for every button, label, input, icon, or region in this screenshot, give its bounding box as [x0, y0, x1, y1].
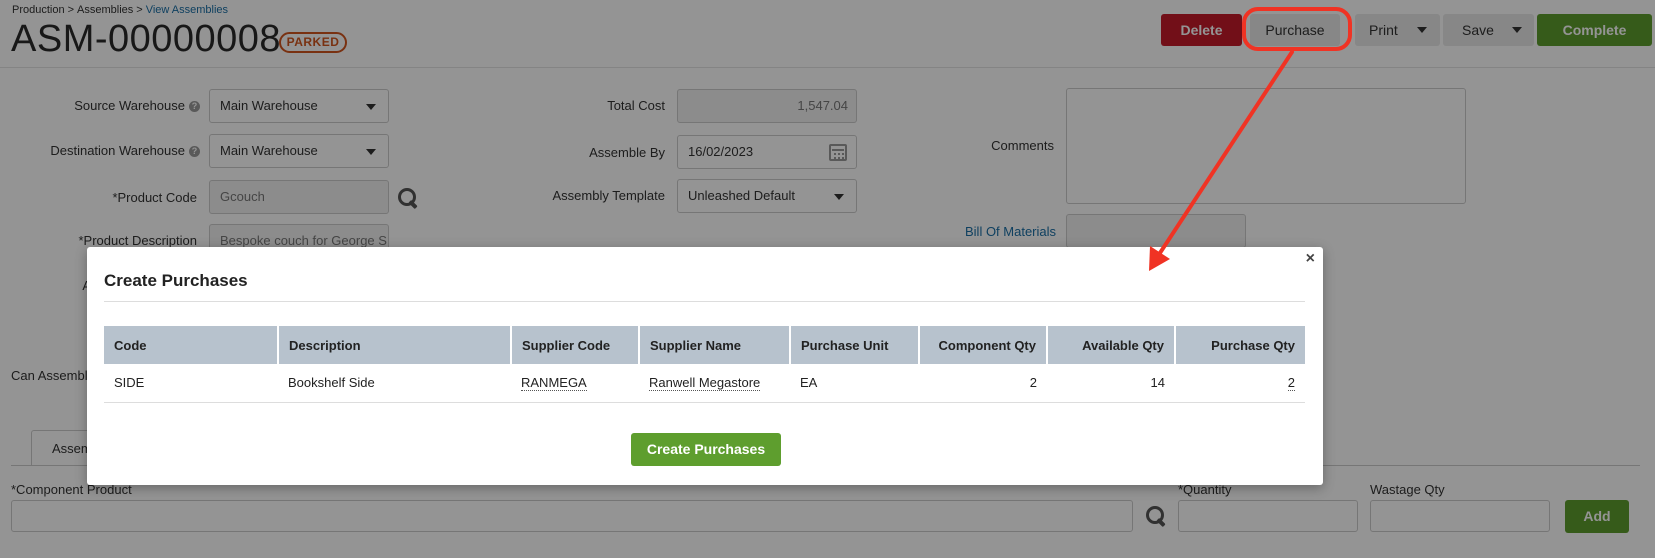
annotation-arrow	[1149, 50, 1294, 271]
annotation-arrow-head	[1149, 246, 1170, 271]
annotation-arrow-line	[1156, 50, 1294, 258]
